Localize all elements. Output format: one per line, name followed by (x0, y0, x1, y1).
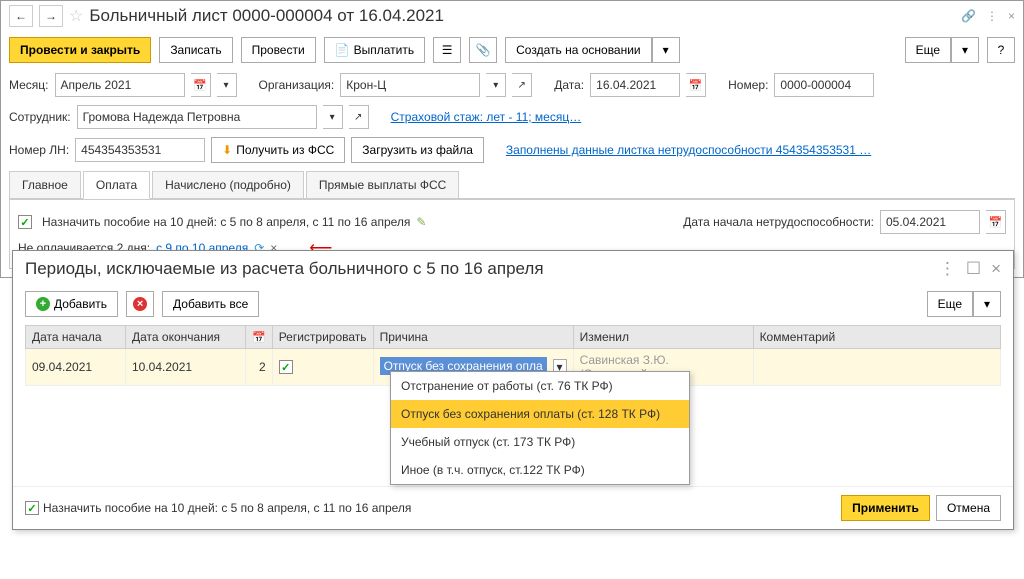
col-days-icon[interactable] (246, 326, 273, 349)
get-fss-button[interactable]: ⬇ Получить из ФСС (211, 137, 345, 163)
cancel-button[interactable]: Отмена (936, 495, 1001, 521)
footer-checkbox[interactable] (25, 501, 39, 515)
star-icon[interactable]: ☆ (69, 6, 83, 26)
post-button[interactable]: Провести (241, 37, 316, 63)
tab-accrued[interactable]: Начислено (подробно) (152, 171, 304, 198)
dialog-close-icon[interactable]: × (991, 259, 1001, 279)
link-icon[interactable]: 🔗 (961, 9, 976, 23)
attach-button[interactable]: 📎 (469, 37, 497, 63)
kebab-icon[interactable]: ⋮ (986, 9, 998, 23)
col-end[interactable]: Дата окончания (126, 326, 246, 349)
save-button[interactable]: Записать (159, 37, 232, 63)
dialog-title: Периоды, исключаемые из расчета больничн… (25, 259, 544, 279)
tab-main[interactable]: Главное (9, 171, 81, 198)
create-based-dropdown[interactable]: ▾ (652, 37, 680, 63)
dropdown-opt-study-leave[interactable]: Учебный отпуск (ст. 173 ТК РФ) (391, 428, 689, 456)
date-input[interactable]: 16.04.2021 (590, 73, 680, 97)
number-input[interactable]: 0000-000004 (774, 73, 874, 97)
delete-icon: × (133, 297, 147, 311)
employee-dropdown[interactable]: ▾ (323, 105, 343, 129)
apply-button[interactable]: Применить (841, 495, 930, 521)
pencil-icon[interactable]: ✎ (416, 215, 426, 229)
tabs: Главное Оплата Начислено (подробно) Прям… (9, 171, 1015, 199)
employee-input[interactable]: Громова Надежда Петровна (77, 105, 317, 129)
dialog-more-dropdown[interactable]: ▾ (973, 291, 1001, 317)
cell-end[interactable]: 10.04.2021 (126, 349, 246, 386)
register-checkbox[interactable] (279, 360, 293, 374)
month-label: Месяц: (9, 78, 49, 92)
back-button[interactable]: ← (9, 5, 33, 27)
org-input[interactable]: Крон-Ц (340, 73, 480, 97)
dialog-kebab-icon[interactable]: ⋮ (939, 259, 956, 279)
load-file-button[interactable]: Загрузить из файла (351, 137, 484, 163)
start-date-label: Дата начала нетрудоспособности: (683, 215, 874, 229)
main-toolbar: Провести и закрыть Записать Провести 📄Вы… (1, 31, 1023, 69)
plus-icon: + (36, 297, 50, 311)
org-label: Организация: (259, 78, 335, 92)
doc-icon: 📄 (335, 43, 350, 57)
org-dropdown[interactable]: ▾ (486, 73, 506, 97)
list-button[interactable]: ☰ (433, 37, 461, 63)
date-label: Дата: (554, 78, 584, 92)
date-calendar-icon[interactable] (686, 73, 706, 97)
month-calendar-icon[interactable] (191, 73, 211, 97)
cell-start[interactable]: 09.04.2021 (26, 349, 126, 386)
dialog-max-icon[interactable]: ☐ (966, 259, 981, 279)
reason-dropdown: Отстранение от работы (ст. 76 ТК РФ) Отп… (390, 371, 690, 485)
pay-button[interactable]: 📄Выплатить (324, 37, 425, 63)
cell-register[interactable] (272, 349, 373, 386)
col-changed[interactable]: Изменил (573, 326, 753, 349)
create-based-button[interactable]: Создать на основании (505, 37, 652, 63)
help-button[interactable]: ? (987, 37, 1015, 63)
main-window: ← → ☆ Больничный лист 0000-000004 от 16.… (0, 0, 1024, 278)
assign-text: Назначить пособие на 10 дней: с 5 по 8 а… (42, 215, 410, 229)
close-icon[interactable]: × (1008, 9, 1015, 23)
more-dropdown[interactable]: ▾ (951, 37, 979, 63)
cell-comment[interactable] (753, 349, 1000, 386)
org-open[interactable]: ↗ (512, 73, 532, 97)
post-and-close-button[interactable]: Провести и закрыть (9, 37, 151, 63)
titlebar: ← → ☆ Больничный лист 0000-000004 от 16.… (1, 1, 1023, 31)
fss-icon: ⬇ (222, 143, 232, 157)
cell-days[interactable]: 2 (246, 349, 273, 386)
col-comment[interactable]: Комментарий (753, 326, 1000, 349)
employee-label: Сотрудник: (9, 110, 71, 124)
col-start[interactable]: Дата начала (26, 326, 126, 349)
forward-button[interactable]: → (39, 5, 63, 27)
dropdown-opt-other[interactable]: Иное (в т.ч. отпуск, ст.122 ТК РФ) (391, 456, 689, 484)
start-date-calendar-icon[interactable] (986, 210, 1006, 234)
col-reason[interactable]: Причина (373, 326, 573, 349)
tab-direct[interactable]: Прямые выплаты ФСС (306, 171, 459, 198)
ln-input[interactable]: 454354353531 (75, 138, 205, 162)
insurance-link[interactable]: Страховой стаж: лет - 11; месяц… (391, 110, 582, 124)
fss-data-link[interactable]: Заполнены данные листка нетрудоспособнос… (506, 143, 871, 157)
dropdown-opt-unpaid-leave[interactable]: Отпуск без сохранения оплаты (ст. 128 ТК… (391, 400, 689, 428)
window-title: Больничный лист 0000-000004 от 16.04.202… (89, 6, 955, 26)
month-input[interactable]: Апрель 2021 (55, 73, 185, 97)
delete-button[interactable]: × (126, 291, 154, 317)
month-stepper[interactable]: ▾ (217, 73, 237, 97)
footer-text: Назначить пособие на 10 дней: с 5 по 8 а… (43, 501, 411, 515)
dialog-more-button[interactable]: Еще (927, 291, 973, 317)
col-register[interactable]: Регистрировать (272, 326, 373, 349)
add-button[interactable]: + Добавить (25, 291, 118, 317)
more-button[interactable]: Еще (905, 37, 951, 63)
assign-checkbox[interactable] (18, 215, 32, 229)
start-date-input[interactable]: 05.04.2021 (880, 210, 980, 234)
ln-label: Номер ЛН: (9, 143, 69, 157)
number-label: Номер: (728, 78, 768, 92)
tab-payment[interactable]: Оплата (83, 171, 150, 199)
dropdown-opt-dismissal[interactable]: Отстранение от работы (ст. 76 ТК РФ) (391, 372, 689, 400)
employee-open[interactable]: ↗ (349, 105, 369, 129)
add-all-button[interactable]: Добавить все (162, 291, 259, 317)
